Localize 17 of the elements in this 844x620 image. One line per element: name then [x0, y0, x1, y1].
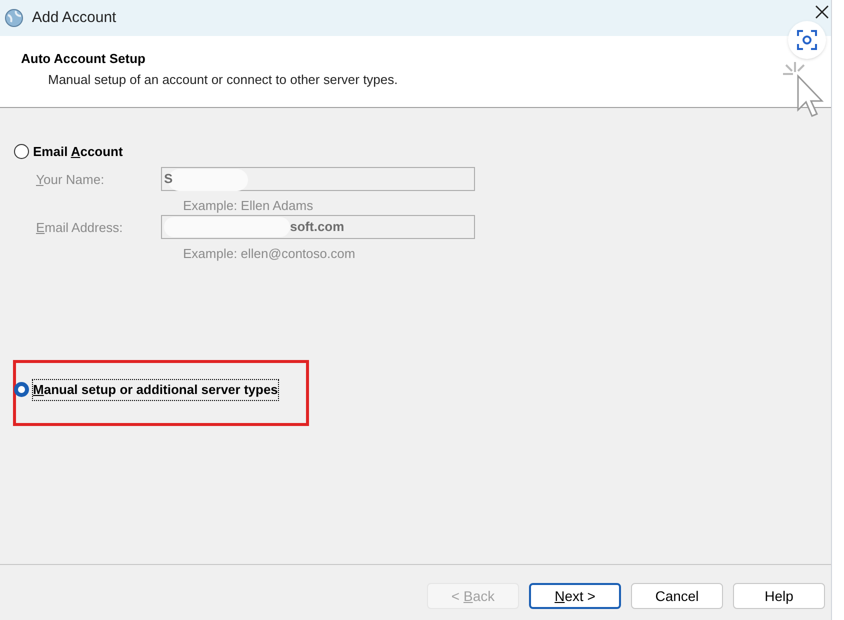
header-subtitle: Manual setup of an account or connect to other server types.: [47, 70, 399, 89]
field-hint: Example: Ellen Adams: [182, 196, 314, 215]
globe-icon: [4, 8, 24, 28]
dialog-button[interactable]: Help: [733, 583, 825, 609]
field-hint: Example: ellen@contoso.com: [182, 245, 356, 263]
field-value: soft.com: [290, 218, 344, 236]
field-value: S: [164, 170, 173, 188]
field-label: Email Address:: [36, 219, 124, 237]
dialog-button[interactable]: Cancel: [631, 583, 723, 609]
capture-icon: [796, 29, 818, 51]
field-label: Your Name:: [36, 170, 106, 188]
window-title: Add Account: [32, 8, 116, 28]
radio-button[interactable]: [14, 382, 29, 398]
close-button[interactable]: [815, 5, 829, 19]
option-label[interactable]: Manual setup or additional server types: [33, 380, 278, 400]
dialog-button[interactable]: Next >: [529, 583, 621, 609]
header-title: Auto Account Setup: [21, 50, 146, 68]
